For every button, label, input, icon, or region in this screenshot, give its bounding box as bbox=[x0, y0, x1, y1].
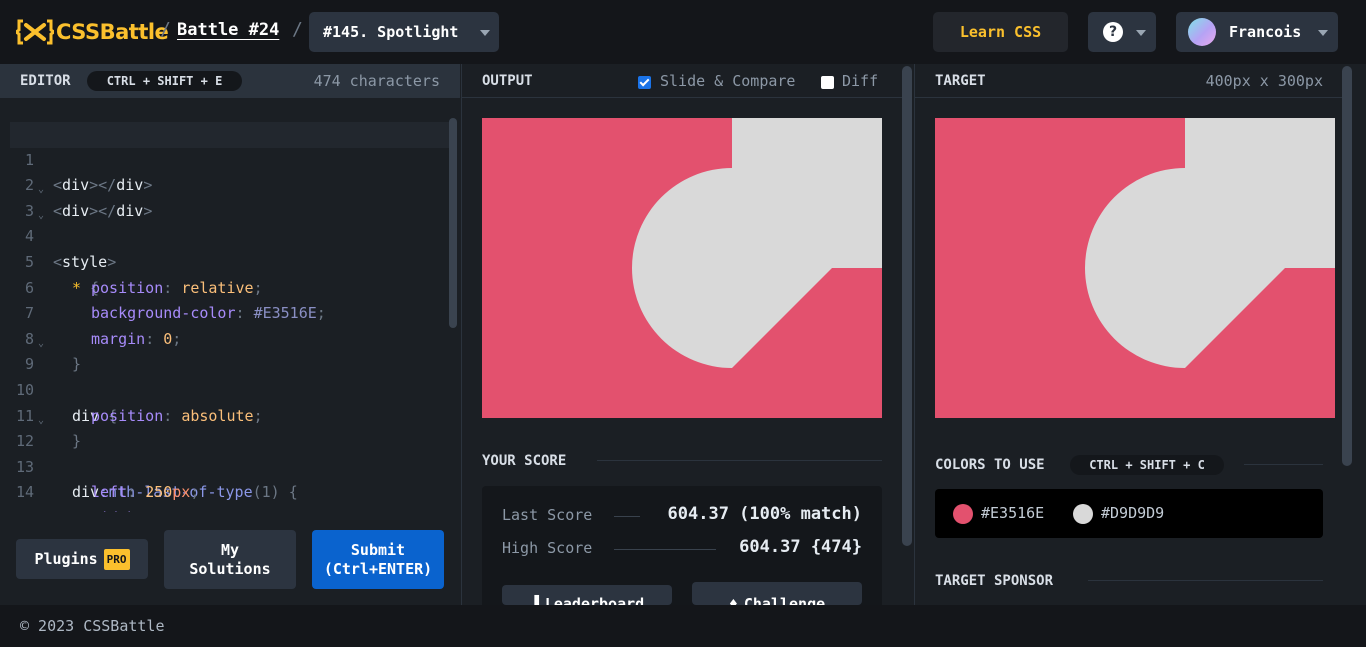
target-shape bbox=[1085, 118, 1335, 368]
colors-to-use-title: COLORS TO USE bbox=[935, 457, 1045, 473]
my-solutions-label-line1: My bbox=[220, 540, 240, 559]
target-sponsor-title: TARGET SPONSOR bbox=[935, 573, 1054, 589]
code-line[interactable]: 11 } bbox=[10, 378, 450, 451]
code-line[interactable]: 16 background-color: #D9D9D9; bbox=[10, 506, 450, 512]
leaderboard-label: Leaderboard bbox=[544, 595, 645, 605]
user-name: Francois bbox=[1229, 23, 1302, 41]
slide-compare-label[interactable]: Slide & Compare bbox=[660, 72, 795, 90]
challenge-button[interactable]: ♦ Challenge bbox=[692, 582, 862, 605]
editor-panel: EDITOR CTRL + SHIFT + E 474 characters 1… bbox=[0, 64, 460, 605]
slide-compare-checkbox[interactable] bbox=[638, 76, 651, 89]
editor-title: EDITOR bbox=[20, 73, 71, 89]
code-line[interactable]: 7 margin: 0; bbox=[10, 276, 450, 348]
last-score-value: 604.37 (100% match) bbox=[667, 504, 862, 524]
target-title: TARGET bbox=[935, 73, 986, 89]
leaderboard-button[interactable]: ▐ Leaderboard bbox=[502, 585, 672, 605]
battle-link[interactable]: Battle #24 bbox=[177, 20, 279, 40]
your-score-title: YOUR SCORE bbox=[482, 453, 567, 469]
diff-label[interactable]: Diff bbox=[842, 72, 878, 90]
plugins-label: Plugins bbox=[34, 549, 98, 568]
section-divider bbox=[1088, 580, 1323, 581]
output-panel: OUTPUT Slide & Compare Diff YOUR SCORE L… bbox=[461, 64, 913, 616]
my-solutions-label-line2: Solutions bbox=[189, 559, 271, 578]
code-line[interactable]: 15 height: 150px; bbox=[10, 480, 450, 512]
learn-css-button[interactable]: Learn CSS bbox=[933, 12, 1068, 52]
high-score-value: 604.37 {474} bbox=[739, 537, 862, 557]
color-hex-label[interactable]: #E3516E bbox=[981, 504, 1044, 522]
color-swatch[interactable] bbox=[1073, 504, 1093, 524]
colors-shortcut: CTRL + SHIFT + C bbox=[1070, 455, 1224, 475]
challenge-label: Challenge bbox=[743, 595, 826, 605]
code-line[interactable]: 1 <div></div> bbox=[10, 122, 450, 194]
code-line[interactable]: 6 background-color: #E3516E; bbox=[10, 250, 450, 323]
code-line[interactable]: 13 left: 250px; bbox=[10, 429, 450, 502]
chevron-down-icon bbox=[1136, 30, 1146, 36]
character-count: 474 characters bbox=[313, 72, 440, 90]
code-line[interactable]: 10 position: absolute; bbox=[10, 352, 450, 425]
plugins-button[interactable]: Plugins PRO bbox=[16, 539, 148, 579]
twitter-icon: ♦ bbox=[728, 595, 738, 605]
editor-scrollbar[interactable] bbox=[449, 118, 457, 328]
avatar bbox=[1188, 18, 1216, 46]
help-icon: ? bbox=[1103, 22, 1123, 42]
code-line[interactable]: 5 position: relative; bbox=[10, 224, 450, 297]
last-score-label: Last Score bbox=[502, 506, 593, 524]
code-line[interactable]: 14 width: 150px; bbox=[10, 455, 450, 512]
pro-badge: PRO bbox=[103, 548, 130, 570]
code-line[interactable]: 3 ⌄ <style> bbox=[10, 173, 450, 271]
code-line[interactable]: 12 ⌄ div:nth-last-of-type(1) { bbox=[10, 404, 450, 502]
high-score-label: High Score bbox=[502, 539, 593, 557]
code-line[interactable]: 2 <div></div> bbox=[10, 148, 450, 220]
diff-checkbox[interactable] bbox=[821, 76, 834, 89]
top-header: CSSBattle / Battle #24 / #145. Spotlight… bbox=[0, 0, 1366, 64]
submit-label-line1: Submit bbox=[350, 540, 406, 559]
target-dimensions: 400px x 300px bbox=[1205, 72, 1323, 90]
breadcrumb-separator: / bbox=[160, 19, 171, 40]
target-dropdown-label: #145. Spotlight bbox=[323, 23, 459, 41]
target-panel: TARGET 400px x 300px COLORS TO USE CTRL … bbox=[914, 64, 1366, 605]
target-scrollbar[interactable] bbox=[1342, 66, 1352, 466]
color-hex-label[interactable]: #D9D9D9 bbox=[1101, 504, 1164, 522]
copyright-text: © 2023 CSSBattle bbox=[20, 617, 165, 635]
target-canvas[interactable] bbox=[935, 118, 1335, 418]
code-line[interactable]: 4 ⌄ * { bbox=[10, 199, 450, 297]
color-swatch[interactable] bbox=[953, 504, 973, 524]
code-editor[interactable]: 1 <div></div> 2 <div></div> 3 ⌄ <style> … bbox=[10, 122, 450, 512]
footer: © 2023 CSSBattle bbox=[0, 605, 1366, 647]
output-canvas[interactable] bbox=[482, 118, 882, 418]
target-header: TARGET 400px x 300px bbox=[915, 64, 1342, 98]
chevron-down-icon bbox=[480, 30, 490, 36]
section-divider bbox=[597, 460, 882, 461]
user-menu-button[interactable]: Francois bbox=[1176, 12, 1338, 52]
cssbattle-logo[interactable]: CSSBattle bbox=[16, 18, 169, 46]
logo-mark-icon bbox=[16, 19, 54, 45]
score-divider bbox=[614, 516, 640, 517]
output-title: OUTPUT bbox=[482, 73, 533, 89]
submit-button[interactable]: Submit (Ctrl+ENTER) bbox=[312, 530, 444, 589]
score-divider bbox=[614, 549, 716, 550]
code-line[interactable]: 9 ⌄ div { bbox=[10, 327, 450, 425]
target-dropdown[interactable]: #145. Spotlight bbox=[309, 12, 499, 52]
section-divider bbox=[1244, 464, 1323, 465]
colors-palette: #E3516E #D9D9D9 bbox=[935, 489, 1323, 538]
logo-text: CSSBattle bbox=[56, 20, 169, 44]
help-menu-button[interactable]: ? bbox=[1088, 12, 1156, 52]
breadcrumb-separator: / bbox=[292, 19, 303, 40]
editor-shortcut: CTRL + SHIFT + E bbox=[87, 71, 242, 91]
editor-header: EDITOR CTRL + SHIFT + E 474 characters bbox=[0, 64, 460, 98]
chevron-down-icon bbox=[1318, 30, 1328, 36]
code-line[interactable]: 8 } bbox=[10, 301, 450, 374]
submit-label-line2: (Ctrl+ENTER) bbox=[323, 559, 433, 578]
my-solutions-button[interactable]: My Solutions bbox=[164, 530, 296, 589]
leaderboard-icon: ▐ bbox=[529, 595, 539, 605]
output-scrollbar[interactable] bbox=[902, 66, 912, 546]
output-shape bbox=[632, 118, 882, 368]
output-header: OUTPUT Slide & Compare Diff bbox=[462, 64, 902, 98]
